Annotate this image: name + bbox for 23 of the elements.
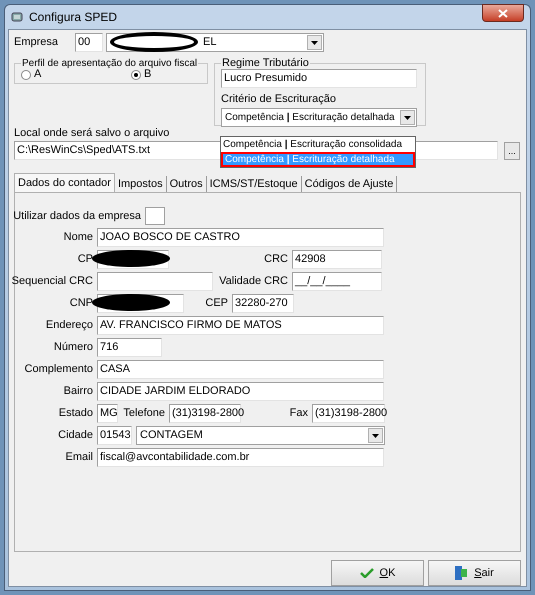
field-label: Estado (58, 406, 93, 422)
window-title: Configura SPED (29, 9, 118, 26)
field-label: CEP (205, 296, 228, 312)
field-label: Cidade (58, 428, 93, 444)
field-label: Sequencial CRC (12, 274, 93, 290)
field-label: Local onde será salvo o arquivo (14, 127, 170, 139)
field-label: Bairro (64, 384, 93, 400)
field-label: Telefone (123, 406, 165, 422)
field-label: CNP (70, 296, 93, 312)
field-label: CRC (264, 252, 288, 268)
field-label: Email (65, 450, 93, 466)
field-label: Fax (290, 406, 308, 422)
field-label: Critério de Escrituração (221, 93, 337, 105)
field-label: Complemento (24, 362, 93, 378)
field-label: Empresa (14, 35, 58, 50)
field-label: Endereço (46, 318, 93, 334)
field-label: CP (78, 252, 93, 268)
field-label: Utilizar dados da empresa (13, 208, 141, 224)
field-label: Número (54, 340, 93, 356)
group-legend: Regime Tributário (221, 58, 310, 69)
field-label: Validade CRC (219, 274, 288, 290)
field-label: Nome (64, 230, 93, 246)
group-legend: Perfil de apresentação do arquivo fiscal (21, 58, 198, 69)
